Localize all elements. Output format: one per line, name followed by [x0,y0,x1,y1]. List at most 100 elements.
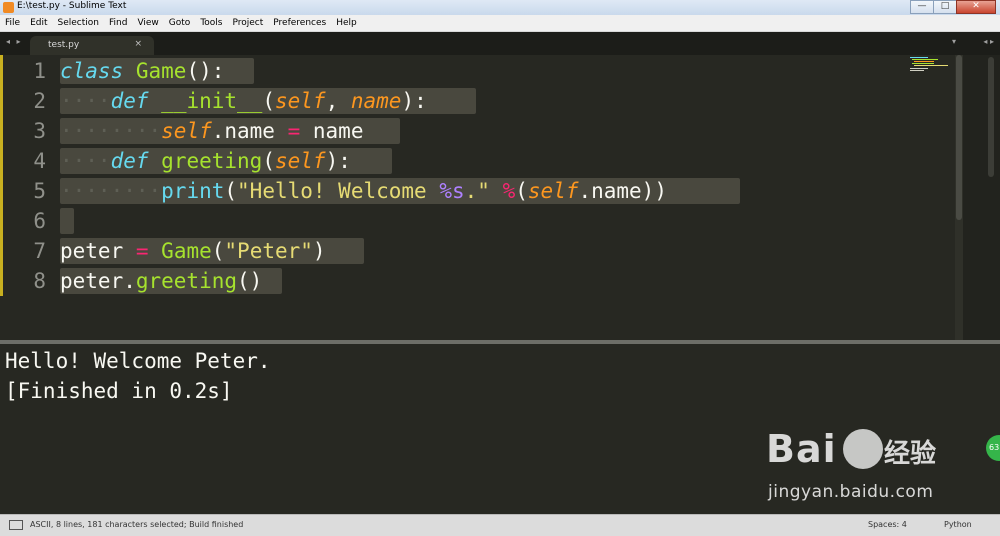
menu-find[interactable]: Find [104,18,132,28]
menu-help[interactable]: Help [331,18,362,28]
token-punct: ) [312,239,326,263]
code-line-4: ····def greeting(self): [60,146,351,176]
status-message: ASCII, 8 lines, 181 characters selected;… [30,520,244,529]
line-number: 1 [33,59,46,83]
menu-selection[interactable]: Selection [53,18,104,28]
code-line-3: ········self.name = name [60,116,363,146]
minimap-line [910,57,928,58]
code-line-8: peter.greeting() [60,266,262,296]
minimap[interactable] [908,55,958,340]
close-button[interactable]: ✕ [956,0,996,14]
tab-test-py[interactable]: test.py × [30,36,154,55]
token-function-name: __init__ [161,89,263,113]
baidu-jingyan-watermark: Bai 经验 jingyan.baidu.com [766,427,956,517]
token-class-call: Game [161,239,212,263]
menu-file[interactable]: File [0,18,25,28]
minimap-line [914,65,948,66]
token-punct: ( [262,89,275,113]
token-punct: () [237,269,263,293]
line-number: 4 [33,149,46,173]
code-line-7: peter = Game("Peter") [60,236,326,266]
minimize-button[interactable]: — [910,0,934,14]
token-self: self [161,119,212,143]
baidu-paw-icon [843,429,883,469]
minimap-line [912,59,938,60]
token-function-name: greeting [161,149,263,173]
line-number: 7 [33,239,46,263]
window-title: E:\test.py - Sublime Text [17,1,127,11]
token-operator: = [287,119,301,143]
token-string: ." [464,179,490,203]
menu-view[interactable]: View [132,18,163,28]
editor-scrollbar[interactable] [955,55,963,340]
menu-goto[interactable]: Goto [164,18,196,28]
code-line-1: class Game(): [60,56,224,86]
token-indent: ········ [60,179,162,203]
maximize-button[interactable]: □ [933,0,957,14]
tab-close-icon[interactable]: × [134,39,142,49]
secondary-scrollbar[interactable] [988,57,994,177]
watermark-url: jingyan.baidu.com [768,482,934,502]
token-class-name: Game [135,59,187,83]
token-keyword: class [60,59,124,83]
line-number: 8 [33,269,46,293]
menu-edit[interactable]: Edit [25,18,52,28]
token-attribute: .name)) [578,179,667,203]
token-indent: ········ [60,119,162,143]
code-editor[interactable]: 1 2 3 4 5 6 7 8 class Game(): ····def __… [0,55,1000,340]
menu-tools[interactable]: Tools [195,18,227,28]
token-self: self [527,179,579,203]
token-param: self [274,149,326,173]
line-number: 5 [33,179,46,203]
sublime-app-icon [3,2,14,13]
code-line-2: ····def __init__(self, name): [60,86,427,116]
title-bar: E:\test.py - Sublime Text — □ ✕ [0,0,1000,15]
tab-scroll-arrows-icon[interactable]: ◂ ▸ [6,37,23,46]
token-indent: ···· [60,149,111,173]
token-identifier: peter. [60,269,136,293]
tab-list-dropdown-icon[interactable]: ▾ [952,37,956,46]
menu-preferences[interactable]: Preferences [268,18,331,28]
watermark-brand: Bai [766,427,837,471]
token-param: name [350,89,402,113]
token-string: "Peter" [224,239,313,263]
token-operator: % [502,179,516,203]
token-punct: ( [262,149,275,173]
token-keyword: def [110,89,149,113]
tab-nav-arrows-icon[interactable]: ◂ ▸ [983,37,994,46]
line-number-gutter: 1 2 3 4 5 6 7 8 [0,55,52,340]
token-punct: , [325,89,351,113]
token-punct: ( [515,179,528,203]
token-punct: ( [211,239,225,263]
syntax-selector[interactable]: Python [944,520,972,529]
editor-scrollbar-thumb[interactable] [956,55,962,220]
indentation-setting[interactable]: Spaces: 4 [868,520,907,529]
menu-bar: File Edit Selection Find View Goto Tools… [0,15,1000,32]
minimap-line [910,68,928,69]
build-output-line: [Finished in 0.2s] [5,379,233,403]
code-line-5: ········print("Hello! Welcome %s." %(sel… [60,176,667,206]
token-identifier: peter [60,239,136,263]
token-builtin: print [161,179,225,203]
minimap-line [914,61,934,62]
token-indent: ···· [60,89,111,113]
minimap-line [910,70,924,71]
line-number: 2 [33,89,46,113]
editor-right-gutter [963,55,1000,340]
token-identifier: name [300,119,364,143]
panel-toggle-icon[interactable] [9,520,23,530]
build-output-line: Hello! Welcome Peter. [5,349,271,373]
window-controls: — □ ✕ [910,0,996,14]
token-attribute: .name [211,119,288,143]
token-punct: ( [224,179,238,203]
modified-lines-marker [0,55,3,296]
selection-highlight [60,208,74,234]
token-operator: = [135,239,149,263]
menu-project[interactable]: Project [227,18,268,28]
token-punct: ): [325,149,351,173]
